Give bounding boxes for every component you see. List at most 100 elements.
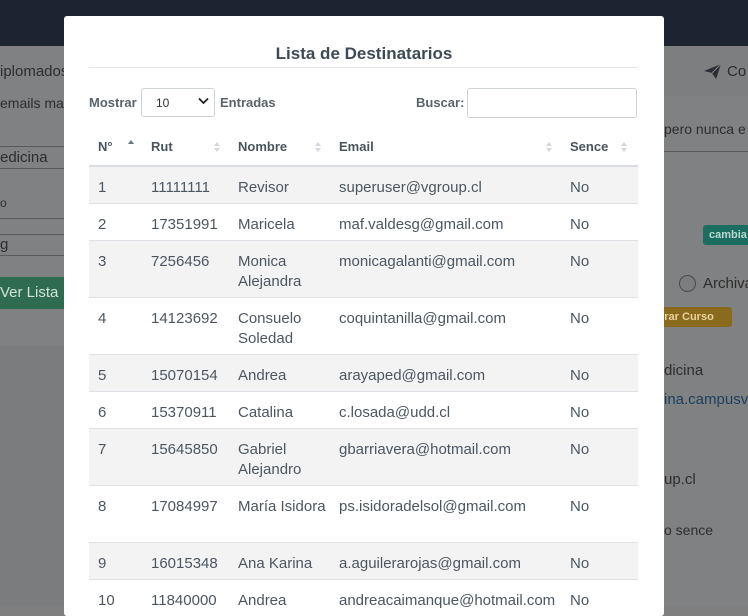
column-header-number[interactable]: N° [98, 129, 113, 165]
cell-rut: 14123692 [151, 310, 218, 327]
table-row[interactable]: 9 16015348 Ana Karina a.aguilerarojas@gm… [89, 543, 638, 580]
cell-sence: No [570, 441, 590, 458]
cell-rut: 17351991 [151, 216, 218, 233]
column-header-email[interactable]: Email [339, 129, 374, 165]
cell-nombre: Catalina [238, 404, 294, 421]
cell-number: 2 [98, 216, 107, 233]
archivar-label: Archiva [703, 275, 748, 292]
cell-number: 3 [98, 253, 107, 270]
cell-email: gbarriavera@hotmail.com [339, 441, 511, 458]
cell-nombre: Gabriel Alejandro [238, 441, 302, 478]
cell-rut: 15370911 [151, 404, 217, 421]
cell-email: andreacaimanque@hotmail.com [339, 592, 556, 609]
bg-sence-fragment: o sence [664, 522, 714, 538]
entries-select-value: 10 [156, 96, 170, 110]
bg-campus-link[interactable]: ina.campusv [664, 391, 748, 408]
sort-both-icon[interactable] [213, 141, 221, 153]
cell-email: monicagalanti@gmail.com [339, 253, 516, 270]
column-label: Sence [570, 139, 609, 154]
cell-sence: No [570, 555, 590, 572]
table-header: N° Rut Nombre Email Sence [89, 129, 638, 167]
cell-number: 7 [98, 441, 107, 458]
cell-rut: 7256456 [151, 253, 210, 270]
sort-both-icon[interactable] [314, 141, 322, 153]
compose-button-label[interactable]: Co [727, 63, 746, 80]
table-row[interactable]: 10 11840000 Andrea andreacaimanque@hotma… [89, 580, 638, 616]
column-label: N° [98, 139, 113, 154]
cell-nombre: Maricela [238, 216, 295, 233]
cell-rut: 16015348 [151, 555, 218, 572]
cell-sence: No [570, 498, 590, 515]
sort-both-icon[interactable] [620, 141, 628, 153]
cell-nombre: Consuelo Soledad [238, 310, 302, 347]
table-row[interactable]: 2 17351991 Maricela maf.valdesg@gmail.co… [89, 204, 638, 241]
cell-email: arayaped@gmail.com [339, 367, 486, 384]
column-label: Nombre [238, 139, 288, 154]
modal-title: Lista de Destinatarios [275, 44, 453, 63]
bg-email-fragment: up.cl [664, 471, 696, 488]
table-row[interactable]: 4 14123692 Consuelo Soledad coquintanill… [89, 298, 638, 355]
search-label: Buscar: [416, 95, 465, 110]
modal-header-divider [89, 67, 638, 68]
cell-number: 8 [98, 498, 107, 515]
cell-email: c.losada@udd.cl [339, 404, 451, 421]
column-header-rut[interactable]: Rut [151, 129, 173, 165]
cell-email: coquintanilla@gmail.com [339, 310, 506, 327]
table-row[interactable]: 3 7256456 Monica Alejandra monicagalanti… [89, 241, 638, 298]
cell-number: 9 [98, 555, 107, 572]
bg-course-text: dicina [664, 362, 704, 379]
column-header-nombre[interactable]: Nombre [238, 129, 287, 165]
cell-sence: No [570, 179, 590, 196]
recipients-table: N° Rut Nombre Email Sence 1 11111111 Rev… [89, 129, 638, 616]
cambiar-badge[interactable]: cambia [703, 225, 748, 245]
cell-number: 5 [98, 367, 107, 384]
column-label: Rut [151, 139, 173, 154]
cell-sence: No [570, 310, 590, 327]
cell-nombre: Revisor [238, 179, 289, 196]
bg-field-g[interactable]: g [0, 236, 8, 253]
cell-nombre: Andrea [238, 592, 287, 609]
cell-number: 4 [98, 310, 107, 327]
cell-number: 6 [98, 404, 107, 421]
bg-field-o[interactable]: o [0, 196, 7, 210]
cell-number: 1 [98, 179, 107, 196]
search-input[interactable] [467, 88, 637, 118]
bg-divider [0, 168, 64, 169]
cell-email: ps.isidoradelsol@gmail.com [339, 498, 526, 515]
cell-rut: 15070154 [151, 367, 218, 384]
sort-both-icon[interactable] [545, 141, 553, 153]
bg-note-text: pero nunca e [664, 121, 746, 137]
cell-email: superuser@vgroup.cl [339, 179, 482, 196]
show-label: Mostrar [89, 95, 137, 110]
cell-email: a.aguilerarojas@gmail.com [339, 555, 521, 572]
table-row[interactable]: 8 17084997 María Isidora ps.isidoradelso… [89, 486, 638, 543]
chevron-down-icon [198, 96, 209, 108]
cell-number: 10 [98, 592, 115, 609]
entries-select[interactable]: 10 [141, 88, 215, 117]
table-row[interactable]: 1 11111111 Revisor superuser@vgroup.cl N… [89, 167, 638, 204]
bg-divider [0, 218, 64, 219]
bg-medicina-field[interactable]: edicina [0, 149, 48, 166]
sort-asc-icon[interactable] [127, 139, 135, 151]
ver-lista-button[interactable]: Ver Lista [0, 277, 64, 309]
cell-email: maf.valdesg@gmail.com [339, 216, 504, 233]
bg-divider [0, 234, 64, 235]
cell-rut: 15645850 [151, 441, 218, 458]
archivar-radio[interactable] [679, 275, 696, 292]
cell-nombre: Andrea [238, 367, 287, 384]
cell-rut: 11111111 [151, 179, 210, 196]
cell-sence: No [570, 404, 590, 421]
cell-sence: No [570, 216, 590, 233]
entries-label: Entradas [220, 95, 276, 110]
table-row[interactable]: 6 15370911 Catalina c.losada@udd.cl No [89, 392, 638, 429]
cell-nombre: Monica Alejandra [238, 253, 302, 290]
table-row[interactable]: 5 15070154 Andrea arayaped@gmail.com No [89, 355, 638, 392]
cell-sence: No [570, 367, 590, 384]
bg-divider [0, 146, 64, 147]
column-header-sence[interactable]: Sence [570, 129, 608, 165]
table-row[interactable]: 7 15645850 Gabriel Alejandro gbarriavera… [89, 429, 638, 486]
bg-diplomados-text: iplomados [0, 63, 69, 80]
paper-plane-icon[interactable] [703, 63, 722, 80]
cell-nombre: Ana Karina [238, 555, 313, 572]
bg-divider [0, 255, 64, 256]
